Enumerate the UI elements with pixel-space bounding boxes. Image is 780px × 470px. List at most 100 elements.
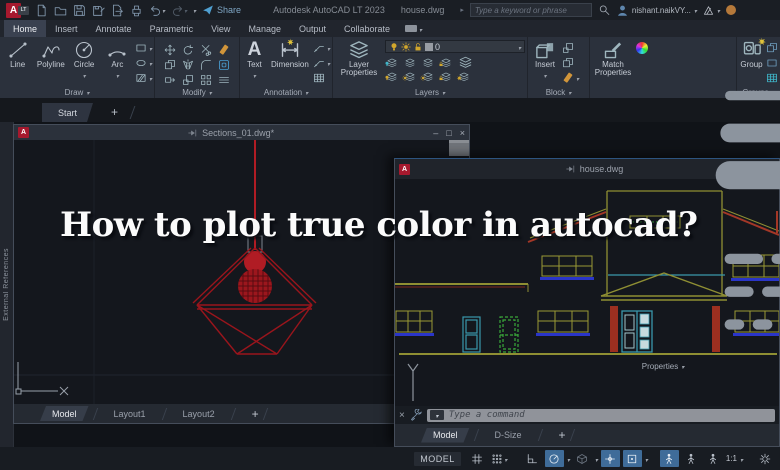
array-icon[interactable] [200, 74, 212, 86]
tab-manage[interactable]: Manage [239, 20, 290, 37]
rotate-icon[interactable] [182, 44, 194, 56]
erase-icon[interactable] [218, 44, 230, 56]
fillet-icon[interactable] [200, 59, 212, 71]
recent-commands-icon[interactable] [429, 410, 444, 420]
ribbon-collapse-button[interactable] [405, 24, 422, 34]
viewport-control[interactable] [449, 140, 469, 156]
multileader-tool[interactable] [313, 57, 330, 69]
chevron-down-icon[interactable] [116, 70, 119, 80]
panel-expander-icon[interactable]: » [730, 90, 734, 97]
new-layout-button[interactable]: + [559, 428, 566, 442]
layer-isolate-tool[interactable] [387, 58, 397, 68]
insert-block-tool[interactable]: Insert [530, 40, 560, 80]
layer-walk-tool[interactable] [459, 72, 469, 82]
ellipse-tool[interactable] [135, 57, 152, 69]
chevron-down-icon[interactable] [504, 454, 507, 464]
tab-insert[interactable]: Insert [46, 20, 87, 37]
search-icon[interactable] [598, 4, 610, 16]
layer-on-all-tool[interactable] [405, 72, 415, 82]
layer-dropdown[interactable]: 0 [385, 40, 525, 53]
tab-view[interactable]: View [202, 20, 239, 37]
properties-panel-footer[interactable]: Properties [590, 362, 736, 371]
circle-tool[interactable]: Circle [69, 40, 100, 80]
lineweight-icon[interactable] [636, 58, 780, 208]
hatch-tool[interactable] [135, 72, 152, 84]
undo-button[interactable] [149, 4, 165, 17]
object-snap-tracking-toggle[interactable] [600, 450, 620, 467]
rectangle-tool[interactable] [135, 42, 152, 54]
sections-window-titlebar[interactable]: A Sections_01.dwg* – □ × [14, 125, 469, 140]
chevron-down-icon[interactable] [740, 454, 743, 464]
block-panel-footer[interactable]: Block [528, 86, 589, 98]
annotation-panel-footer[interactable]: Annotation [240, 86, 332, 98]
annotation-scale-button[interactable] [704, 450, 723, 467]
isodraft-toggle[interactable] [573, 450, 592, 467]
tab-home[interactable]: Home [4, 20, 47, 37]
chevron-down-icon[interactable] [567, 454, 570, 464]
sections-tab-model[interactable]: Model [40, 406, 89, 421]
scale-icon[interactable] [182, 74, 194, 86]
annotation-scale-value[interactable]: 1:1 [726, 454, 737, 463]
annotation-autoscale-toggle[interactable] [682, 450, 701, 467]
share-button[interactable]: Share [202, 4, 241, 16]
polyline-tool[interactable]: Polyline [35, 40, 66, 69]
app-logo[interactable]: A LT [6, 2, 29, 18]
color-wheel-icon[interactable] [636, 42, 648, 54]
export-icon[interactable] [111, 4, 124, 17]
copy-icon[interactable] [164, 59, 176, 71]
chevron-down-icon[interactable] [543, 70, 546, 80]
layer-properties-tool[interactable]: Layer Properties [335, 40, 383, 78]
help-icon[interactable] [725, 5, 736, 15]
chevron-down-icon[interactable] [645, 454, 648, 464]
grid-toggle[interactable] [468, 450, 487, 467]
table-tool[interactable] [313, 72, 330, 84]
layer-thaw-all-tool[interactable] [423, 72, 433, 82]
tab-collaborate[interactable]: Collaborate [335, 20, 399, 37]
minimize-button[interactable]: – [433, 128, 438, 138]
match-properties-tool[interactable]: Match Properties [592, 40, 634, 78]
save-as-icon[interactable] [92, 4, 105, 17]
polar-tracking-toggle[interactable] [544, 450, 564, 467]
chevron-down-icon[interactable] [253, 70, 256, 80]
tab-output[interactable]: Output [290, 20, 335, 37]
model-space-button[interactable]: MODEL [414, 451, 461, 466]
chevron-down-icon[interactable] [595, 454, 598, 464]
maximize-button[interactable]: □ [446, 128, 451, 138]
layer-lock-tool[interactable] [441, 58, 451, 68]
line-tool[interactable]: Line [2, 40, 33, 69]
close-button[interactable]: × [460, 128, 465, 138]
open-file-icon[interactable] [54, 4, 67, 17]
offset-icon[interactable] [218, 59, 230, 71]
tab-parametric[interactable]: Parametric [141, 20, 203, 37]
annotation-visibility-toggle[interactable] [659, 450, 679, 467]
print-icon[interactable] [130, 4, 143, 17]
mirror-icon[interactable] [182, 59, 194, 71]
search-input[interactable] [469, 3, 592, 17]
draw-panel-footer[interactable]: Draw [0, 86, 154, 98]
layer-off-tool[interactable] [387, 72, 397, 82]
sections-tab-layout2[interactable]: Layout2 [171, 406, 227, 421]
chevron-down-icon[interactable] [83, 70, 86, 80]
edit-attribute-tool[interactable] [562, 57, 579, 69]
cancel-command-icon[interactable]: × [399, 410, 405, 421]
new-layout-button[interactable]: + [252, 407, 259, 421]
tab-annotate[interactable]: Annotate [87, 20, 141, 37]
tab-start[interactable]: Start [42, 103, 93, 122]
move-icon[interactable] [164, 44, 176, 56]
modify-panel-footer[interactable]: Modify [155, 87, 239, 98]
new-drawing-button[interactable]: + [111, 105, 118, 119]
save-icon[interactable] [73, 4, 86, 17]
customize-qat-icon[interactable] [193, 5, 196, 15]
house-tab-model[interactable]: Model [421, 428, 470, 443]
layer-unlock-all-tool[interactable] [441, 72, 451, 82]
more-tools-icon[interactable] [218, 74, 230, 86]
house-tab-dsize[interactable]: D-Size [483, 428, 534, 443]
customization-gear-icon[interactable] [755, 450, 774, 467]
customize-command-icon[interactable] [410, 409, 422, 421]
signin-menu[interactable]: nishant.naikVY... [616, 4, 697, 17]
arc-tool[interactable]: Arc [102, 40, 133, 80]
snap-toggle[interactable] [490, 450, 509, 467]
layer-match-tool[interactable] [459, 56, 472, 69]
layer-unisolate-tool[interactable] [405, 58, 415, 68]
layer-freeze-tool[interactable] [423, 58, 433, 68]
